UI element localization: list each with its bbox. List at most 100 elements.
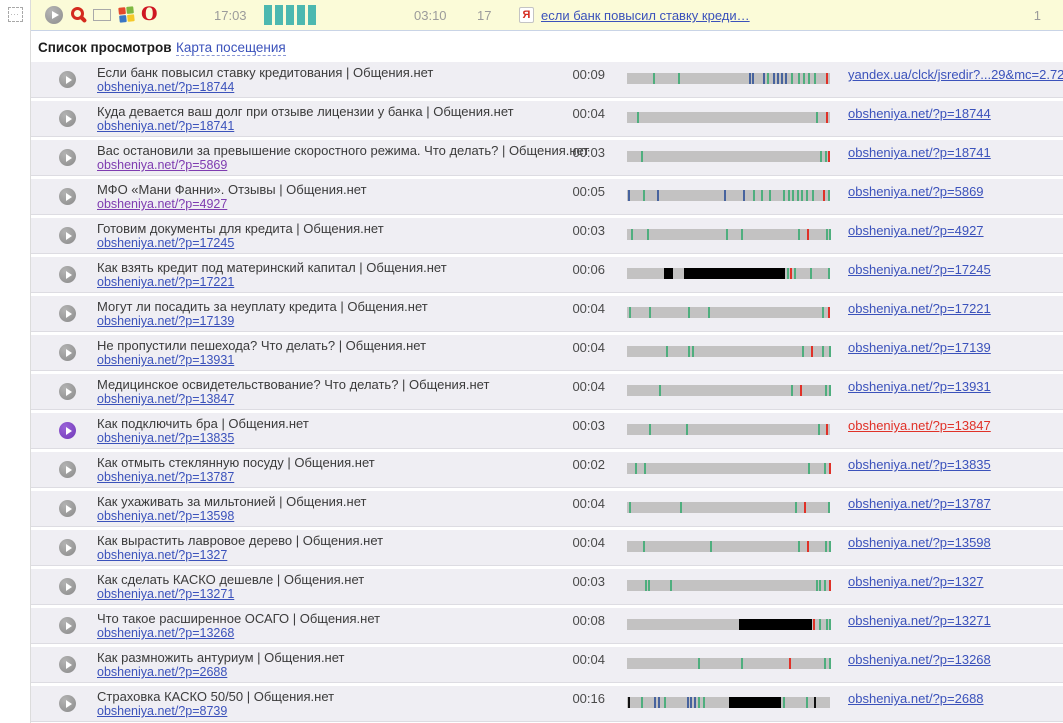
row-play-button[interactable] bbox=[59, 422, 76, 439]
timeline-bar[interactable] bbox=[627, 463, 831, 474]
page-url-link[interactable]: obsheniya.net/?p=4927 bbox=[97, 197, 227, 211]
referrer-link[interactable]: obsheniya.net/?p=17221 bbox=[848, 301, 991, 316]
timeline-bar[interactable] bbox=[627, 346, 831, 357]
page-url-link[interactable]: obsheniya.net/?p=17139 bbox=[97, 314, 234, 328]
referrer-link[interactable]: obsheniya.net/?p=2688 bbox=[848, 691, 984, 706]
page-url-link[interactable]: obsheniya.net/?p=18744 bbox=[97, 80, 234, 94]
timeline-tick bbox=[628, 190, 630, 201]
row-play-button[interactable] bbox=[59, 539, 76, 556]
timeline-bar[interactable] bbox=[627, 307, 830, 318]
timeline-bar[interactable] bbox=[627, 541, 831, 552]
page-url-link[interactable]: obsheniya.net/?p=1327 bbox=[97, 548, 227, 562]
row-play-button[interactable] bbox=[59, 578, 76, 595]
page-url-link[interactable]: obsheniya.net/?p=13268 bbox=[97, 626, 234, 640]
timeline-bar[interactable] bbox=[627, 151, 830, 162]
timeline-tick bbox=[643, 541, 646, 552]
session-referrer-link[interactable]: если банк повысил ставку креди… bbox=[541, 8, 750, 23]
timeline-tick bbox=[789, 658, 792, 669]
timeline-bar[interactable] bbox=[627, 268, 830, 279]
timeline-bar[interactable] bbox=[627, 190, 830, 201]
magnifier-icon[interactable] bbox=[71, 7, 84, 20]
page-title: Как подключить бра | Общения.нет bbox=[97, 416, 309, 431]
row-play-button[interactable] bbox=[59, 71, 76, 88]
row-play-button[interactable] bbox=[59, 344, 76, 361]
referrer-link[interactable]: obsheniya.net/?p=5869 bbox=[848, 184, 984, 199]
referrer-link[interactable]: obsheniya.net/?p=18741 bbox=[848, 145, 991, 160]
timeline-tick bbox=[813, 697, 816, 708]
referrer-link[interactable]: obsheniya.net/?p=13931 bbox=[848, 379, 991, 394]
row-play-button[interactable] bbox=[59, 695, 76, 712]
timeline-bar[interactable] bbox=[627, 658, 831, 669]
timeline-bar[interactable] bbox=[627, 424, 830, 435]
page-url-link[interactable]: obsheniya.net/?p=17221 bbox=[97, 275, 234, 289]
referrer-link[interactable]: obsheniya.net/?p=13835 bbox=[848, 457, 991, 472]
session-play-button[interactable] bbox=[45, 6, 63, 24]
timeline-bar[interactable] bbox=[627, 580, 831, 591]
page-title: МФО «Мани Фанни». Отзывы | Общения.нет bbox=[97, 182, 367, 197]
activity-bar bbox=[264, 5, 272, 25]
timeline-tick bbox=[805, 697, 808, 708]
timeline-tick bbox=[751, 73, 754, 84]
row-play-button[interactable] bbox=[59, 656, 76, 673]
windows-pane bbox=[126, 6, 134, 14]
page-url-link[interactable]: obsheniya.net/?p=13271 bbox=[97, 587, 234, 601]
page-url-link[interactable]: obsheniya.net/?p=17245 bbox=[97, 236, 234, 250]
timeline-bar[interactable] bbox=[627, 619, 831, 630]
referrer-link[interactable]: obsheniya.net/?p=13268 bbox=[848, 652, 991, 667]
row-play-button[interactable] bbox=[59, 149, 76, 166]
timeline-bar[interactable] bbox=[627, 697, 830, 708]
row-play-button[interactable] bbox=[59, 383, 76, 400]
referrer-link[interactable]: yandex.ua/clck/jsredir?...29&mc=2.7219 bbox=[848, 67, 1063, 82]
timeline-bar[interactable] bbox=[627, 502, 830, 513]
activity-block bbox=[728, 697, 782, 708]
timeline-tick bbox=[687, 307, 690, 318]
timeline-bar[interactable] bbox=[627, 73, 830, 84]
page-title: Как взять кредит под материнский капитал… bbox=[97, 260, 447, 275]
timeline-tick bbox=[698, 658, 701, 669]
referrer-link[interactable]: obsheniya.net/?p=17245 bbox=[848, 262, 991, 277]
row-play-button[interactable] bbox=[59, 227, 76, 244]
timeline-tick bbox=[787, 268, 790, 279]
referrer-link[interactable]: obsheniya.net/?p=1327 bbox=[848, 574, 984, 589]
row-play-button[interactable] bbox=[59, 500, 76, 517]
referrer-link[interactable]: obsheniya.net/?p=17139 bbox=[848, 340, 991, 355]
timeline-tick bbox=[788, 190, 791, 201]
activity-block bbox=[738, 619, 812, 630]
timeline-bar[interactable] bbox=[627, 385, 831, 396]
timeline-tick bbox=[631, 229, 634, 240]
row-play-button[interactable] bbox=[59, 617, 76, 634]
timeline-bar[interactable] bbox=[627, 112, 830, 123]
referrer-link[interactable]: obsheniya.net/?p=4927 bbox=[848, 223, 984, 238]
windows-pane bbox=[127, 14, 135, 22]
timeline-tick bbox=[742, 190, 745, 201]
page-url-link[interactable]: obsheniya.net/?p=13787 bbox=[97, 470, 234, 484]
view-duration: 00:03 bbox=[572, 145, 605, 160]
page-url-link[interactable]: obsheniya.net/?p=2688 bbox=[97, 665, 227, 679]
referrer-link[interactable]: obsheniya.net/?p=13598 bbox=[848, 535, 991, 550]
referrer-link[interactable]: obsheniya.net/?p=13847 bbox=[848, 418, 991, 433]
row-play-button[interactable] bbox=[59, 188, 76, 205]
row-play-button[interactable] bbox=[59, 110, 76, 127]
referrer-link[interactable]: obsheniya.net/?p=13787 bbox=[848, 496, 991, 511]
row-play-button[interactable] bbox=[59, 305, 76, 322]
play-icon bbox=[65, 348, 72, 357]
panel-drag-handle-icon[interactable] bbox=[8, 7, 23, 22]
page-url-link[interactable]: obsheniya.net/?p=13835 bbox=[97, 431, 234, 445]
page-url-link[interactable]: obsheniya.net/?p=13847 bbox=[97, 392, 234, 406]
page-url-link[interactable]: obsheniya.net/?p=5869 bbox=[97, 158, 227, 172]
page-url-link[interactable]: obsheniya.net/?p=8739 bbox=[97, 704, 227, 718]
page-url-link[interactable]: obsheniya.net/?p=13931 bbox=[97, 353, 234, 367]
session-duration: 03:10 bbox=[414, 8, 447, 23]
referrer-link[interactable]: obsheniya.net/?p=18744 bbox=[848, 106, 991, 121]
row-play-button[interactable] bbox=[59, 461, 76, 478]
page-url-link[interactable]: obsheniya.net/?p=18741 bbox=[97, 119, 234, 133]
page-title: Могут ли посадить за неуплату кредита | … bbox=[97, 299, 428, 314]
timeline-bar[interactable] bbox=[627, 229, 831, 240]
windows-pane bbox=[119, 15, 127, 23]
referrer-link[interactable]: obsheniya.net/?p=13271 bbox=[848, 613, 991, 628]
tab-views-list[interactable]: Список просмотров bbox=[38, 40, 172, 55]
tab-visit-map[interactable]: Карта посещения bbox=[176, 40, 286, 56]
timeline-tick bbox=[802, 73, 805, 84]
row-play-button[interactable] bbox=[59, 266, 76, 283]
page-url-link[interactable]: obsheniya.net/?p=13598 bbox=[97, 509, 234, 523]
